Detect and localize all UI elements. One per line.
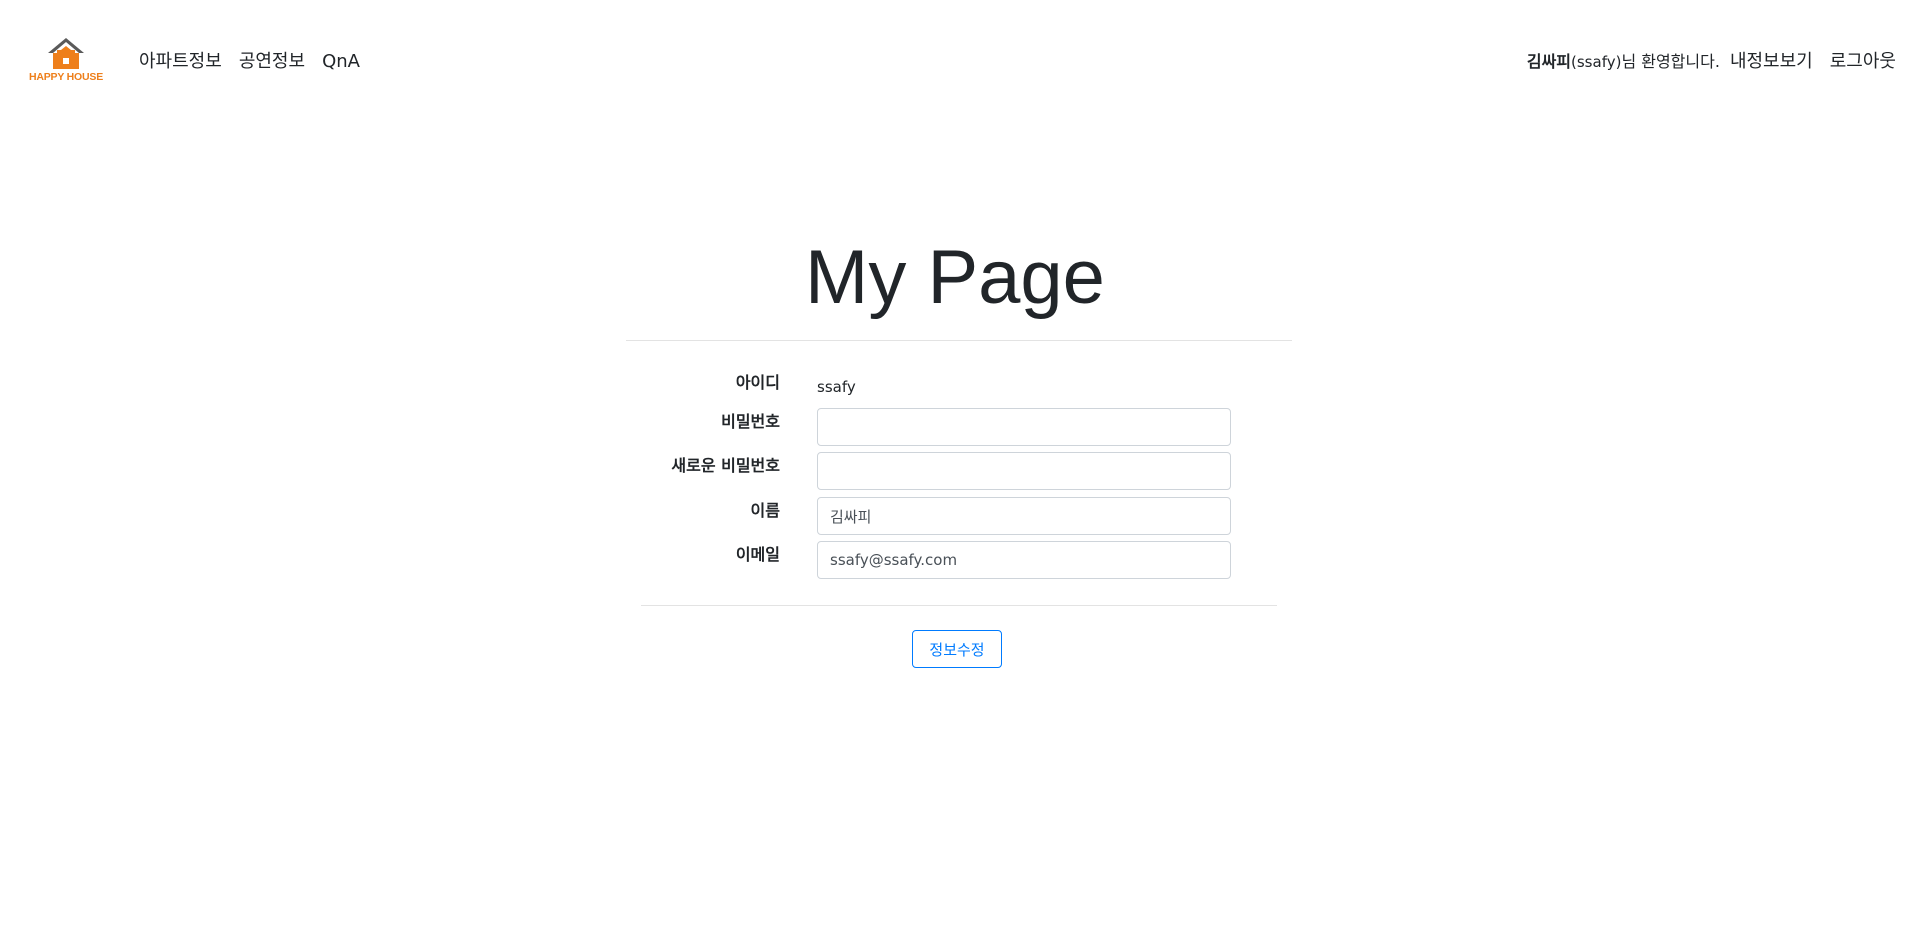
password-label: 비밀번호	[721, 412, 780, 431]
navbar: HAPPY HOUSE 아파트정보 공연정보 QnA 김싸피(ssafy)님 환…	[0, 0, 1910, 125]
nav-link-performance-info[interactable]: 공연정보	[239, 49, 305, 75]
nav-link-apartment-info[interactable]: 아파트정보	[139, 49, 222, 75]
welcome-suffix: 님 환영합니다.	[1621, 52, 1720, 71]
name-field[interactable]	[817, 497, 1231, 535]
logo[interactable]: HAPPY HOUSE	[26, 36, 106, 88]
user-nav: 김싸피(ssafy)님 환영합니다. 내정보보기 로그아웃	[1527, 49, 1896, 75]
form-row-email: 이메일	[560, 541, 1360, 579]
new-password-field[interactable]	[817, 452, 1231, 490]
email-label: 이메일	[735, 545, 780, 564]
form-row-name: 이름	[560, 497, 1360, 535]
nav-link-logout[interactable]: 로그아웃	[1830, 49, 1896, 75]
form-row-new-password: 새로운 비밀번호	[560, 452, 1360, 490]
house-icon	[48, 38, 84, 69]
user-id: (ssafy)	[1571, 53, 1622, 71]
user-name: 김싸피	[1526, 52, 1572, 71]
nav-link-my-info[interactable]: 내정보보기	[1730, 49, 1813, 75]
password-field[interactable]	[817, 408, 1231, 446]
form-row-id: 아이디 ssafy	[560, 369, 1360, 407]
id-value: ssafy	[817, 378, 856, 396]
welcome-message: 김싸피(ssafy)님 환영합니다.	[1527, 49, 1720, 75]
email-field[interactable]	[817, 541, 1231, 579]
nav-link-qna[interactable]: QnA	[322, 49, 360, 75]
form-row-password: 비밀번호	[560, 408, 1360, 446]
page-title: My Page	[805, 235, 1105, 320]
divider-top	[626, 340, 1292, 341]
main-nav: 아파트정보 공연정보 QnA	[139, 49, 360, 75]
name-label: 이름	[750, 501, 780, 520]
update-info-button[interactable]: 정보수정	[912, 630, 1002, 668]
new-password-label: 새로운 비밀번호	[671, 456, 780, 475]
divider-bottom	[641, 605, 1277, 606]
id-label: 아이디	[735, 373, 780, 392]
logo-text: HAPPY HOUSE	[28, 71, 104, 83]
